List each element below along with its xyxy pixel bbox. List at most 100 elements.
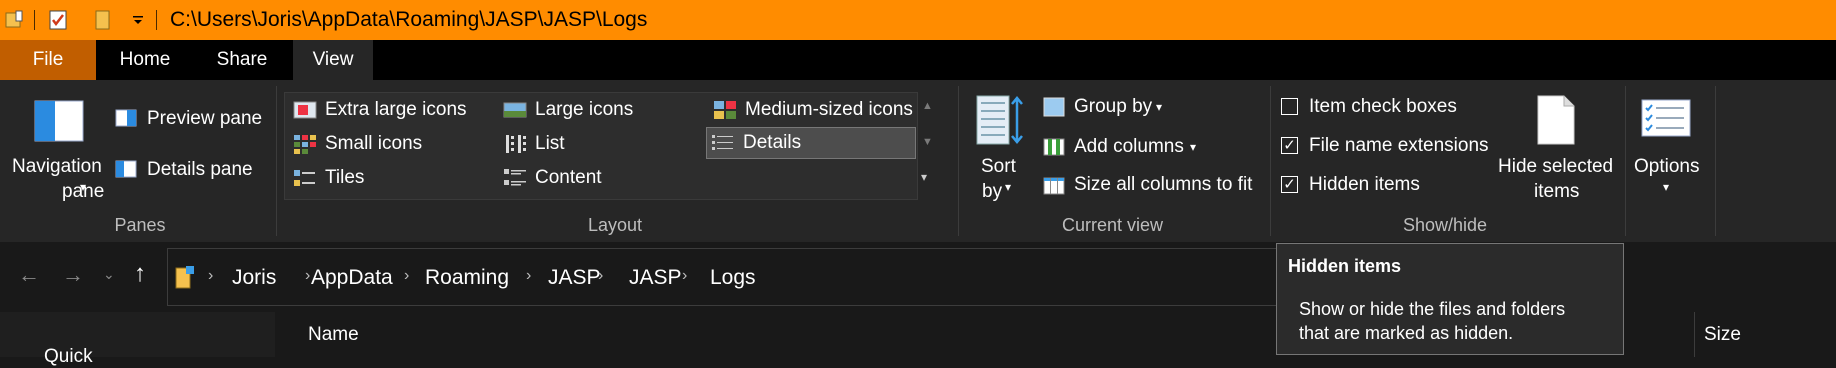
breadcrumb-item[interactable]: JASP [629,266,682,290]
breadcrumb-chevron-icon[interactable]: › [526,267,531,285]
ribbon: Navigation pane ▾ Preview pane Details p… [0,80,1836,242]
navigation-pane-button[interactable]: Navigation [12,156,102,178]
item-check-boxes-checkbox[interactable] [1281,98,1298,115]
group-label-panes: Panes [114,215,166,235]
sort-by-label-line2: by [982,181,1003,202]
up-arrow-icon[interactable]: ↑ [134,260,146,288]
group-label-current-view: Current view [1061,215,1164,235]
tooltip-line2: that are marked as hidden. [1299,323,1514,343]
hidden-items-checkbox[interactable]: ✓ [1281,176,1298,193]
breadcrumb-chevron-icon[interactable]: › [598,267,603,285]
breadcrumb-item[interactable]: JASP [548,266,601,290]
breadcrumb-chevron-icon[interactable]: › [404,267,409,285]
list-view-icon [506,135,526,153]
folder-icon [174,264,196,295]
chevron-down-icon: ▾ [1663,180,1670,194]
breadcrumb-item[interactable]: Logs [710,266,756,290]
breadcrumb-item[interactable]: AppData [311,266,393,290]
layout-gallery: Extra large icons Large icons Medium-siz… [284,92,918,200]
chevron-down-icon: ▾ [1005,180,1012,194]
gallery-scroll-down-icon[interactable]: ▼ [922,136,933,148]
group-by-button[interactable]: Group by [1074,96,1152,118]
options-icon [1640,98,1692,143]
layout-small-icons[interactable]: Small icons [289,129,422,159]
forward-arrow-icon[interactable]: → [62,262,84,288]
recent-locations-chevron-icon[interactable]: ⌄ [103,266,115,283]
layout-item-label: Medium-sized icons [745,99,913,120]
column-header-size[interactable]: Size [1704,324,1741,346]
ribbon-tabs: File Home Share View [0,40,1836,80]
small-icons-icon [294,135,316,154]
item-check-boxes-label[interactable]: Item check boxes [1309,96,1457,118]
sidebar-item-quick-access[interactable]: Quick [44,346,93,368]
size-columns-icon [1042,174,1066,201]
medium-icons-icon [714,101,736,119]
layout-extra-large-icons[interactable]: Extra large icons [289,95,467,125]
chevron-down-icon: ▾ [1156,100,1163,114]
hidden-items-label[interactable]: Hidden items [1309,174,1420,196]
tab-share[interactable]: Share [202,40,282,80]
layout-item-label: Extra large icons [325,99,467,120]
new-folder-icon[interactable] [90,8,116,32]
hide-selected-items-label-line2: items [1534,181,1580,202]
tab-home[interactable]: Home [105,40,185,80]
breadcrumb-chevron-icon[interactable]: › [682,267,687,285]
layout-large-icons[interactable]: Large icons [499,95,633,125]
address-bar[interactable]: › Joris › AppData › Roaming › JASP › JAS… [167,248,1279,306]
size-all-columns-button[interactable]: Size all columns to fit [1074,174,1252,196]
sort-by-icon [975,94,1025,151]
breadcrumb-item[interactable]: Roaming [425,266,509,290]
file-name-extensions-label[interactable]: File name extensions [1309,135,1489,157]
breadcrumb-item[interactable]: Joris [232,266,276,290]
chevron-down-icon: ▾ [80,180,87,194]
hide-selected-items-icon [1534,94,1578,151]
layout-details[interactable]: Details [706,127,916,159]
group-by-icon [1042,96,1066,123]
layout-item-label: Details [743,132,802,153]
tooltip-title: Hidden items [1288,256,1402,276]
add-columns-icon [1042,135,1066,162]
add-columns-button[interactable]: Add columns [1074,136,1184,158]
layout-item-label: Tiles [325,167,365,188]
file-name-extensions-checkbox[interactable]: ✓ [1281,137,1298,154]
layout-item-label: Content [535,167,602,188]
tooltip-line1: Show or hide the files and folders [1299,299,1566,319]
hide-selected-items-button[interactable]: Hide selected [1498,156,1613,178]
group-label-layout: Layout [587,215,643,235]
sort-by-button[interactable]: Sort [981,156,1016,178]
layout-medium-icons[interactable]: Medium-sized icons [709,95,913,125]
tab-file[interactable]: File [0,40,96,80]
hidden-items-tooltip: Hidden items Show or hide the files and … [1276,243,1624,355]
details-pane-button[interactable]: Details pane [147,159,253,181]
breadcrumb-chevron-icon[interactable]: › [208,267,213,285]
customize-dropdown-icon[interactable] [128,8,148,32]
chevron-down-icon: ▾ [1190,140,1197,154]
window-title-path: C:\Users\Joris\AppData\Roaming\JASP\JASP… [170,8,648,31]
extra-large-icons-icon [293,101,317,119]
group-label-show-hide: Show/hide [1402,215,1488,235]
navigation-pane: Quick [0,312,275,367]
layout-content[interactable]: Content [499,163,602,193]
details-view-icon [712,135,733,150]
gallery-scroll-up-icon[interactable]: ▲ [922,100,933,112]
title-bar: C:\Users\Joris\AppData\Roaming\JASP\JASP… [0,0,1836,40]
layout-item-label: List [535,133,565,154]
tiles-view-icon [294,170,315,186]
content-view-icon [504,169,526,186]
layout-list[interactable]: List [499,129,565,159]
preview-pane-button[interactable]: Preview pane [147,108,262,130]
layout-tiles[interactable]: Tiles [289,163,364,193]
breadcrumb-chevron-icon[interactable]: › [305,267,310,285]
tab-view[interactable]: View [293,40,373,80]
back-arrow-icon[interactable]: ← [18,262,40,288]
details-pane-icon [115,160,137,183]
navigation-pane-icon [34,100,84,147]
column-header-name[interactable]: Name [308,324,359,346]
large-icons-icon [503,102,527,118]
layout-item-label: Large icons [535,99,634,120]
options-button[interactable]: Options [1634,156,1699,178]
gallery-expand-icon[interactable]: ▾ [921,170,927,184]
properties-icon[interactable] [45,8,71,32]
folder-app-icon[interactable] [2,8,28,32]
layout-item-label: Small icons [325,133,423,154]
